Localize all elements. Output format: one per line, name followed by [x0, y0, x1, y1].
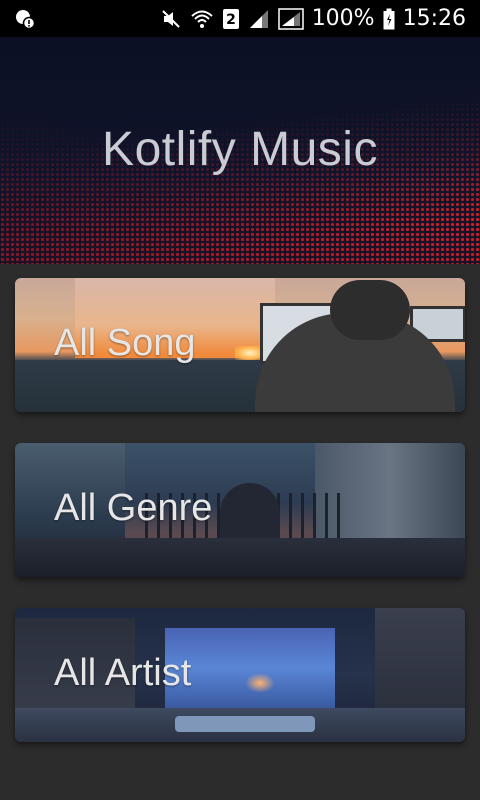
all-artist-card[interactable]: All Artist [15, 608, 465, 742]
clock: 15:26 [402, 6, 466, 31]
sim-badge-icon: 2 [222, 8, 240, 30]
all-songs-label: All Song [54, 322, 196, 364]
battery-percent: 100% [311, 6, 375, 31]
app-header: Kotlify Music [0, 37, 480, 264]
sim-slot-text: 2 [226, 12, 236, 28]
all-songs-card[interactable]: All Song [15, 278, 465, 412]
mute-icon [160, 8, 182, 30]
status-bar: 2 100% 15:26 [0, 0, 480, 37]
all-artist-label: All Artist [54, 652, 192, 694]
app-title: Kotlify Music [102, 123, 378, 176]
all-genre-label: All Genre [54, 487, 213, 529]
wifi-icon [190, 8, 214, 30]
battery-icon [383, 8, 395, 30]
all-genre-card[interactable]: All Genre [15, 443, 465, 577]
signal-icon [277, 7, 304, 30]
signal-icon [248, 8, 270, 30]
notification-icon [14, 8, 36, 30]
